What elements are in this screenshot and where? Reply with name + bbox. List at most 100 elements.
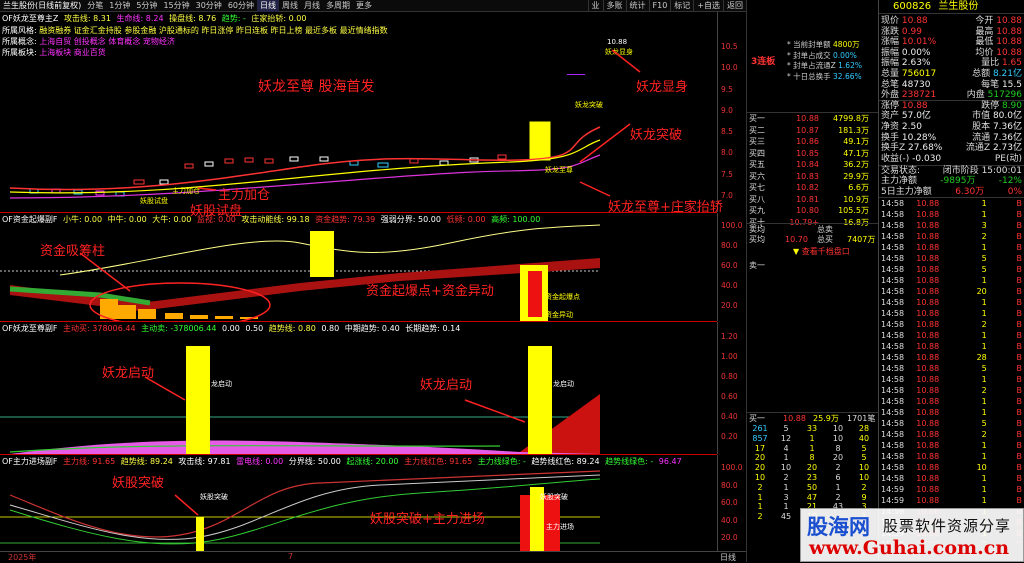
- order-book-row[interactable]: 买八 10.81 10.9万: [747, 194, 879, 206]
- view-depth-link[interactable]: ▼ 查看千档盘口: [793, 246, 850, 257]
- tick-time: 14:58: [881, 199, 905, 209]
- order-book-row[interactable]: 买一 10.88 4799.8万: [747, 113, 879, 125]
- candle: [439, 160, 449, 166]
- quote-value: 0.99: [901, 26, 922, 37]
- quote-left: 资产 57.0亿: [881, 111, 931, 122]
- chart-area[interactable]: OF妖龙至尊主Z 攻击线: 8.31 生命线: 8.24 操盘线: 8.76 趋…: [0, 12, 746, 562]
- limit-stat-label: * 十日总换手: [787, 71, 834, 81]
- order-book-row[interactable]: 买六 10.83 29.9万: [747, 171, 879, 183]
- period-tab[interactable]: 60分钟: [225, 0, 257, 12]
- toolbar-duozhang-button[interactable]: 多账: [602, 0, 626, 12]
- quote-label: 跌停: [981, 100, 1002, 111]
- tick-row: 14:58 10.88 1 B: [879, 275, 1024, 286]
- period-tab[interactable]: 更多: [353, 0, 375, 12]
- annotation-xianshen: 妖龙显身: [636, 80, 689, 95]
- queue-cell: 8: [835, 443, 841, 453]
- trade-state-value: 闭市阶段 15:00:01: [942, 166, 1022, 177]
- panel4-y-axis: 100.0 80.0 60.0 40.0 20.0: [717, 455, 746, 551]
- queue-cell: 45: [780, 512, 792, 522]
- high-marker: [567, 74, 585, 75]
- x-axis-year: 2025年: [8, 553, 37, 562]
- tick-row: 14:58 10.88 2 B: [879, 385, 1024, 396]
- tick-price: 10.88: [916, 474, 940, 484]
- tick-volume: 5: [981, 254, 987, 264]
- tick-list[interactable]: 14:58 10.88 1 B 14:58 10.88 1 B 14:58 10.88 3 B 14:5…: [879, 197, 1024, 543]
- order-volume: 10.9万: [843, 194, 869, 204]
- breakout-bar: [196, 517, 204, 551]
- period-tab[interactable]: 1分钟: [106, 0, 133, 12]
- quote-row: 振幅 2.63% 量比 1.65: [879, 58, 1024, 69]
- quote-value: 2.73亿: [992, 143, 1022, 154]
- tick-row: 14:58 10.88 5 B: [879, 264, 1024, 275]
- tick-volume: 2: [981, 386, 987, 396]
- tick-side: B: [1016, 221, 1023, 231]
- period-tab[interactable]: 日线: [257, 0, 279, 12]
- tick-row: 14:58 10.88 3 B: [879, 220, 1024, 231]
- period-tab[interactable]: 分笔: [84, 0, 106, 12]
- period-tab[interactable]: 多周期: [323, 0, 353, 12]
- order-book-row[interactable]: 买三 10.86 49.1万: [747, 136, 879, 148]
- f10-button[interactable]: F10: [648, 0, 671, 12]
- queue-cell: 20: [806, 463, 818, 473]
- tick-time: 14:58: [881, 419, 905, 429]
- tick-price: 10.88: [916, 353, 940, 363]
- order-book-row[interactable]: 买七 10.82 6.6万: [747, 182, 879, 194]
- back-button[interactable]: 返回: [723, 0, 746, 12]
- tick-row: 14:58 10.88 1 B: [879, 198, 1024, 209]
- order-level-label: 买九: [749, 206, 765, 215]
- tick-time: 14:58: [881, 397, 905, 407]
- annotation-qidong-1: 妖龙启动: [102, 366, 155, 381]
- tick-price: 10.88: [916, 232, 940, 242]
- quote-label: 现价: [881, 16, 902, 26]
- candle: [377, 162, 389, 168]
- quote-row: 涨幅 10.01% 最低 10.88: [879, 37, 1024, 48]
- order-volume: 49.1万: [843, 137, 869, 146]
- main-force-entry-chart[interactable]: 妖股突破 妖股突破主力进场: [0, 455, 717, 551]
- tick-row: 14:58 10.88 5 B: [879, 253, 1024, 264]
- order-book-row[interactable]: 买二 10.87 181.3万: [747, 125, 879, 137]
- fund-burst-chart[interactable]: 主力资金起爆点资金异动: [0, 213, 717, 321]
- order-book: 买一 10.88 4799.8万 买二 10.87 181.3万 买三 10.86 49.1万买…: [747, 112, 879, 228]
- tick-volume: 5: [981, 364, 987, 374]
- order-book-row[interactable]: 买四 10.85 47.1万: [747, 148, 879, 160]
- tick-side: B: [1016, 276, 1023, 286]
- quote-label: 换手Z: [881, 143, 909, 154]
- annotation-qibao: 资金起爆点+资金异动: [366, 284, 494, 299]
- y-tick-label: 9.5: [721, 84, 733, 94]
- toolbar-yue-button[interactable]: 业: [587, 0, 603, 12]
- sell1-label: 卖一: [749, 261, 765, 270]
- accumulation-bar: [215, 316, 233, 319]
- tick-side: B: [1016, 199, 1023, 209]
- order-book-row[interactable]: 买五 10.84 36.2万: [747, 159, 879, 171]
- y-tick-label: 1.20: [721, 332, 738, 341]
- mark-button[interactable]: 标记: [670, 0, 693, 12]
- y-tick-label: 7.5: [721, 169, 733, 179]
- tick-price: 10.88: [916, 298, 940, 308]
- yidong-tag: 资金异动: [545, 310, 573, 319]
- quote-label: 涨跌: [881, 26, 902, 37]
- quote-value: 1.65: [1001, 58, 1022, 69]
- panel3-y-axis: 1.20 1.00 0.80 0.60 0.40 0.20: [717, 322, 746, 454]
- candlestick-chart[interactable]: 10.88 妖龙显身妖龙突破妖龙至尊主力加仓妖股试盘: [0, 12, 717, 212]
- period-tab[interactable]: 15分钟: [160, 0, 192, 12]
- tick-price: 10.88: [916, 430, 940, 440]
- dragon-launch-chart[interactable]: 龙启动 龙启动: [0, 322, 717, 454]
- order-level-label: 买一: [749, 114, 765, 123]
- order-book-row[interactable]: 买九 10.80 105.5万: [747, 205, 879, 217]
- candle: [224, 158, 234, 164]
- main-y-axis: 10.5 10.0 9.5 9.0 8.5 8.0 7.5 7.0: [717, 12, 746, 212]
- period-tab[interactable]: 月线: [301, 0, 323, 12]
- tick-row: 14:58 10.88 10 B: [879, 462, 1024, 473]
- net-flow-value: -9895万: [940, 175, 976, 186]
- toolbar-tongji-button[interactable]: 统计: [625, 0, 649, 12]
- period-tab[interactable]: 30分钟: [193, 0, 225, 12]
- quote-right: 均价 10.88: [975, 48, 1022, 59]
- fund-abnormal-bar-inner: [528, 271, 542, 317]
- quote-value: 10.88: [901, 100, 928, 111]
- period-tab[interactable]: 周线: [279, 0, 301, 12]
- quote-value: 7.36亿: [992, 121, 1022, 132]
- top-tag: 10.88: [607, 38, 627, 46]
- add-watchlist-button[interactable]: +自选: [693, 0, 723, 12]
- annotation-arrow: [174, 494, 199, 516]
- period-tab[interactable]: 5分钟: [133, 0, 160, 12]
